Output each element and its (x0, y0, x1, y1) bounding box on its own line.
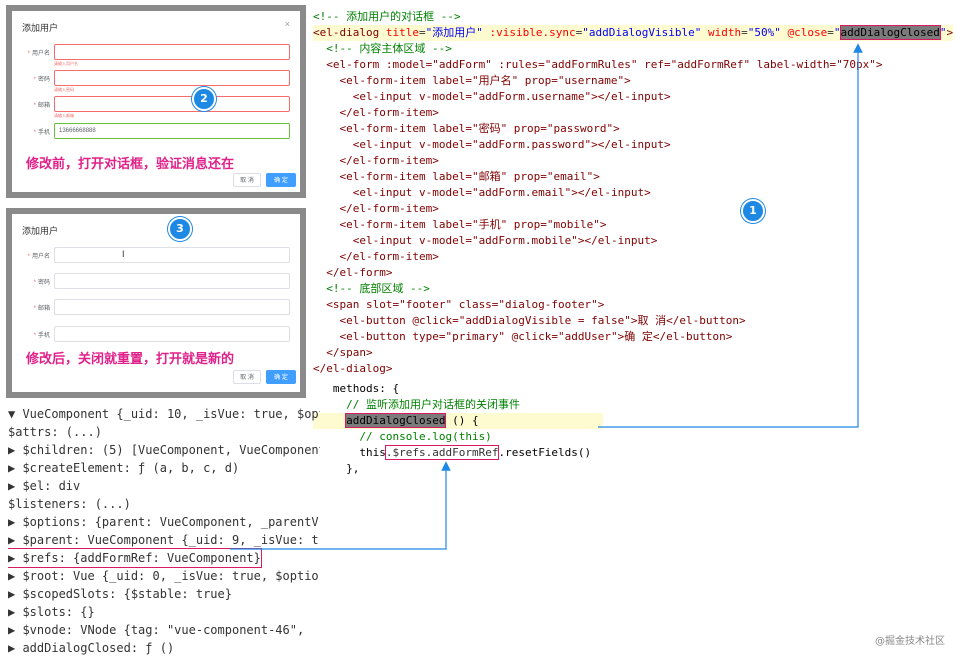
tree-node-refs[interactable]: ▶ $refs: {addFormRef: VueComponent} (8, 548, 262, 568)
email-input[interactable] (54, 299, 290, 315)
tree-node[interactable]: $attrs: (...) (8, 423, 320, 441)
close-handler-highlight: addDialogClosed (839, 25, 941, 40)
password-input[interactable] (54, 70, 290, 86)
code-line: <el-form-item label="用户名" prop="username… (313, 74, 631, 87)
step-badge: 3 (168, 217, 192, 241)
add-user-dialog-before: 添加用户 × * 用户名 请输入用户名 * 密码 请输入密码 * 邮箱 请输入邮箱 *… (12, 11, 300, 192)
code-line: </el-form> (313, 266, 393, 279)
tree-node[interactable]: ▶ $scopedSlots: {$stable: true} (8, 585, 320, 603)
add-user-dialog-after: 添加用户 * 用户名 I * 密码 * 邮箱 * 手机 取 消 确 定 3 修改后，关闭… (12, 214, 300, 392)
code-line: <el-form :model="addForm" :rules="addFor… (313, 58, 883, 71)
code-line: <el-button type="primary" @click="addUse… (313, 330, 733, 343)
annotation-before: 修改前，打开对话框，验证消息还在 (26, 153, 235, 172)
code-editor: <!-- 添加用户的对话框 --> <el-dialog title="添加用户… (313, 10, 954, 475)
tree-node[interactable]: ▶ $slots: {} (8, 603, 320, 621)
code-line: </el-form-item> (313, 106, 439, 119)
tree-node[interactable]: ▶ $createElement: ƒ (a, b, c, d) (8, 459, 320, 477)
code-line: <el-form-item label="邮箱" prop="email"> (313, 170, 600, 183)
code-line: <el-form-item label="密码" prop="password"… (313, 122, 620, 135)
form-row-username: * 用户名 I (22, 247, 290, 263)
dialog-title: 添加用户 (22, 226, 59, 236)
close-icon[interactable]: × (285, 19, 290, 29)
code-line: <!-- 底部区域 --> (313, 282, 430, 295)
code-line: <!-- 内容主体区域 --> (313, 42, 452, 55)
field-label: 邮箱 (37, 103, 50, 109)
code-line: <span slot="footer" class="dialog-footer… (313, 298, 605, 311)
tree-node[interactable]: ▶ $el: div (8, 477, 320, 495)
field-label: 用户名 (31, 51, 50, 57)
username-input[interactable] (54, 44, 290, 60)
email-input[interactable] (54, 96, 290, 112)
form-row-username: * 用户名 请输入用户名 (22, 44, 290, 66)
code-line: <el-input v-model="addForm.password"></e… (313, 138, 671, 151)
code-line: <el-input v-model="addForm.username"></e… (313, 90, 671, 103)
text-cursor-icon: I (122, 249, 125, 259)
code-line: </el-form-item> (313, 250, 439, 263)
form-row-password: * 密码 请输入密码 (22, 70, 290, 92)
code-line: <el-input v-model="addForm.email"></el-i… (313, 186, 651, 199)
screenshot-after: 添加用户 * 用户名 I * 密码 * 邮箱 * 手机 取 消 确 定 3 修改后，关闭… (6, 208, 306, 398)
tree-node-root[interactable]: ▼ VueComponent {_uid: 10, _isVue: true, … (8, 405, 320, 423)
password-input[interactable] (54, 273, 290, 289)
form-row-password: * 密码 (22, 273, 290, 289)
step-badge: 1 (741, 199, 765, 223)
code-line: </el-form-item> (313, 154, 439, 167)
field-label: 密码 (37, 280, 50, 286)
annotation-after: 修改后，关闭就重置，打开就是新的 (26, 348, 235, 367)
code-line: <!-- 添加用户的对话框 --> (313, 10, 461, 23)
form-row-mobile: * 手机 (22, 326, 290, 342)
error-message: 请输入用户名 (54, 61, 78, 66)
code-line: <el-input v-model="addForm.mobile"></el-… (313, 234, 658, 247)
method-name-highlight: addDialogClosed (345, 413, 447, 428)
form-row-email: * 邮箱 请输入邮箱 (22, 96, 290, 118)
step-badge: 2 (192, 87, 216, 111)
tree-node[interactable]: ▶ $options: {parent: VueComponent, _pare… (8, 513, 320, 531)
tree-node[interactable]: ▶ addDialogClosed: ƒ () (8, 639, 320, 657)
field-label: 密码 (37, 77, 50, 83)
tree-node[interactable]: ▶ $vnode: VNode {tag: "vue-component-46"… (8, 621, 320, 639)
screenshot-before: 添加用户 × * 用户名 请输入用户名 * 密码 请输入密码 * 邮箱 请输入邮箱 *… (6, 5, 306, 198)
form-row-mobile: * 手机 13666668888 (22, 123, 290, 139)
devtools-object-inspector: ▼ VueComponent {_uid: 10, _isVue: true, … (8, 405, 320, 657)
field-label: 手机 (37, 130, 50, 136)
tree-node[interactable]: $listeners: (...) (8, 495, 320, 513)
code-line: <el-button @click="addDialogVisible = fa… (313, 314, 746, 327)
confirm-button[interactable]: 确 定 (266, 370, 296, 384)
field-label: 用户名 (31, 254, 50, 260)
watermark: @掘金技术社区 (875, 636, 945, 647)
field-label: 手机 (37, 333, 50, 339)
cancel-button[interactable]: 取 消 (233, 173, 261, 187)
mobile-input[interactable]: 13666668888 (54, 123, 290, 139)
refs-highlight: .$refs.addFormRef (384, 445, 500, 460)
code-line: </el-form-item> (313, 202, 439, 215)
mobile-input[interactable] (54, 326, 290, 342)
form-row-email: * 邮箱 (22, 299, 290, 315)
dialog-title: 添加用户 (22, 23, 59, 33)
confirm-button[interactable]: 确 定 (266, 173, 296, 187)
field-label: 邮箱 (37, 306, 50, 312)
code-line: </el-dialog> (313, 362, 393, 375)
cancel-button[interactable]: 取 消 (233, 370, 261, 384)
code-line: // console.log(this) (313, 430, 492, 443)
username-input[interactable] (54, 247, 290, 263)
code-line: </span> (313, 346, 373, 359)
code-line: methods: { (313, 382, 400, 395)
error-message: 请输入邮箱 (54, 113, 74, 118)
tree-node[interactable]: ▶ $children: (5) [VueComponent, VueCompo… (8, 441, 320, 459)
error-message: 请输入密码 (54, 87, 74, 92)
tree-node[interactable]: ▶ $parent: VueComponent {_uid: 9, _isVue… (8, 531, 320, 549)
code-line: // 监听添加用户对话框的关闭事件 (313, 398, 520, 411)
code-line: <el-form-item label="手机" prop="mobile"> (313, 218, 607, 231)
tree-node[interactable]: ▶ $root: Vue {_uid: 0, _isVue: true, $op… (8, 567, 320, 585)
